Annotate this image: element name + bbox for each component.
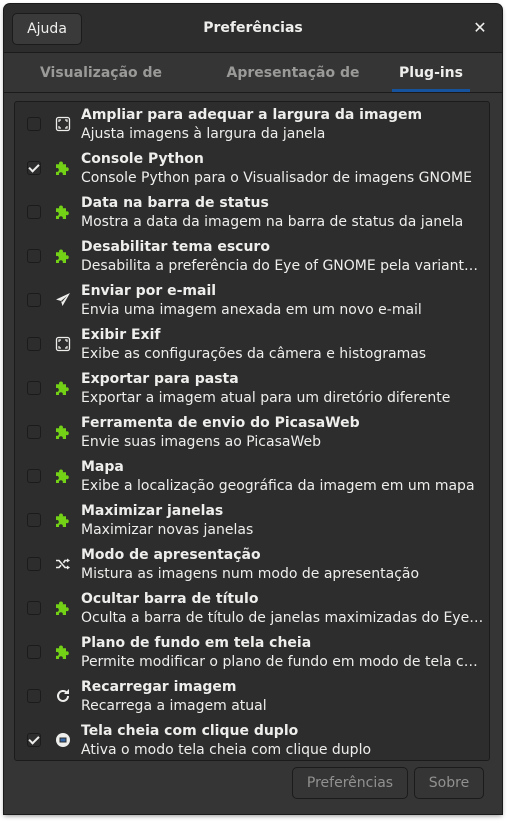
plugin-description: Oculta a barra de título de janelas maxi…: [81, 610, 485, 626]
puzzle-icon: [55, 600, 71, 616]
plugin-enable-checkbox[interactable]: [27, 557, 41, 571]
plugin-enable-checkbox[interactable]: [27, 689, 41, 703]
plugin-description: Mostra a data da imagem na barra de stat…: [81, 214, 464, 230]
plugin-enable-checkbox[interactable]: [27, 601, 41, 615]
plugin-description: Exibe as configurações da câmera e histo…: [81, 346, 427, 362]
plugin-enable-checkbox[interactable]: [27, 645, 41, 659]
plugin-row[interactable]: Maximizar janelas Maximizar novas janelas: [15, 498, 489, 542]
plugin-description: Maximizar novas janelas: [81, 522, 254, 538]
plugin-name: Ocultar barra de título: [81, 591, 259, 607]
puzzle-icon: [55, 204, 71, 220]
plugin-list: Ampliar para adequar a largura da imagem…: [14, 101, 490, 761]
tab-image-view[interactable]: Visualização de imagens: [16, 53, 186, 121]
plugin-name: Ampliar para adequar a largura da imagem: [81, 107, 423, 123]
puzzle-icon: [55, 248, 71, 264]
plugin-description: Exportar a imagem atual para um diretóri…: [81, 390, 451, 406]
plugin-enable-checkbox[interactable]: [27, 161, 41, 175]
plugin-enable-checkbox[interactable]: [27, 293, 41, 307]
plugin-name: Modo de apresentação: [81, 547, 261, 563]
puzzle-icon: [55, 424, 71, 440]
puzzle-icon: [55, 512, 71, 528]
plugin-enable-checkbox[interactable]: [27, 205, 41, 219]
plugin-name: Exportar para pasta: [81, 371, 239, 387]
tab-plugins[interactable]: Plug-ins: [392, 53, 470, 92]
window-title: Preferências: [203, 20, 303, 36]
plugin-description: Desabilita a preferência do Eye of GNOME…: [81, 258, 485, 274]
puzzle-icon: [55, 160, 71, 176]
plugin-row[interactable]: Plano de fundo em tela cheia Permite modi…: [15, 630, 489, 674]
plugin-description: Mistura as imagens num modo de apresenta…: [81, 566, 420, 582]
tab-slideshow[interactable]: Apresentação de slides: [212, 53, 374, 121]
plugin-description: Recarrega a imagem atual: [81, 698, 267, 714]
plugin-description: Exibe a localização geográfica da imagem…: [81, 478, 475, 494]
plugin-row[interactable]: Ampliar para adequar a largura da imagem…: [15, 102, 489, 146]
plugin-enable-checkbox[interactable]: [27, 513, 41, 527]
plugin-row[interactable]: Ocultar barra de título Oculta a barra de…: [15, 586, 489, 630]
plugin-description: Envie suas imagens ao PicasaWeb: [81, 434, 321, 450]
puzzle-icon: [55, 380, 71, 396]
plugin-row[interactable]: Ferramenta de envio do PicasaWeb Envie su…: [15, 410, 489, 454]
puzzle-icon: [55, 644, 71, 660]
plugin-row[interactable]: Mapa Exibe a localização geográfica da im…: [15, 454, 489, 498]
puzzle-icon: [55, 468, 71, 484]
plugin-enable-checkbox[interactable]: [27, 381, 41, 395]
plugin-row[interactable]: Modo de apresentação Mistura as imagens n…: [15, 542, 489, 586]
plugin-name: Recarregar imagem: [81, 679, 237, 695]
plugin-about-button[interactable]: Sobre: [414, 767, 484, 799]
plugin-enable-checkbox[interactable]: [27, 249, 41, 263]
plugin-row[interactable]: Desabilitar tema escuro Desabilita a pref…: [15, 234, 489, 278]
plugin-row[interactable]: Enviar por e-mail Envia uma imagem anexad…: [15, 278, 489, 322]
plugin-row[interactable]: Data na barra de status Mostra a data da …: [15, 190, 489, 234]
header-bar: Ajuda Preferências ✕: [4, 4, 502, 53]
preferences-window: Ajuda Preferências ✕ Visualização de ima…: [4, 4, 502, 814]
plugin-enable-checkbox[interactable]: [27, 469, 41, 483]
plugin-row[interactable]: Exibir Exif Exibe as configurações da câm…: [15, 322, 489, 366]
reload-icon: [55, 688, 71, 704]
plugin-preferences-button[interactable]: Preferências: [292, 767, 408, 799]
plugin-row[interactable]: Recarregar imagem Recarrega a imagem atua…: [15, 674, 489, 718]
plugin-description: Ajusta imagens à largura da janela: [81, 126, 326, 142]
frame-icon: [55, 116, 71, 132]
plugin-description: Ativa o modo tela cheia com clique duplo: [81, 742, 372, 758]
plugin-name: Ferramenta de envio do PicasaWeb: [81, 415, 360, 431]
send-icon: [55, 292, 71, 308]
plugin-row[interactable]: Exportar para pasta Exportar a imagem atu…: [15, 366, 489, 410]
plugin-name: Enviar por e-mail: [81, 283, 217, 299]
close-icon[interactable]: ✕: [468, 16, 492, 40]
plugin-name: Maximizar janelas: [81, 503, 224, 519]
plugin-name: Exibir Exif: [81, 327, 161, 343]
plugin-description: Permite modificar o plano de fundo em mo…: [81, 654, 485, 670]
shuffle-icon: [55, 556, 71, 572]
plugin-enable-checkbox[interactable]: [27, 117, 41, 131]
plugin-row[interactable]: Console Python Console Python para o Visu…: [15, 146, 489, 190]
plugin-description: Console Python para o Visualisador de im…: [81, 170, 472, 186]
plugin-description: Envia uma imagem anexada em um novo e-ma…: [81, 302, 422, 318]
plugin-name: Desabilitar tema escuro: [81, 239, 270, 255]
fullscreen-icon: [55, 732, 71, 748]
plugin-enable-checkbox[interactable]: [27, 733, 41, 747]
plugin-name: Data na barra de status: [81, 195, 269, 211]
plugin-name: Console Python: [81, 151, 204, 167]
plugin-name: Tela cheia com clique duplo: [81, 723, 299, 739]
plugin-name: Mapa: [81, 459, 124, 475]
plugin-name: Plano de fundo em tela cheia: [81, 635, 312, 651]
plugin-enable-checkbox[interactable]: [27, 425, 41, 439]
plugin-enable-checkbox[interactable]: [27, 337, 41, 351]
plugin-row[interactable]: Tela cheia com clique duplo Ativa o modo …: [15, 718, 489, 760]
tab-bar: Visualização de imagens Apresentação de …: [4, 53, 502, 121]
frame-icon: [55, 336, 71, 352]
